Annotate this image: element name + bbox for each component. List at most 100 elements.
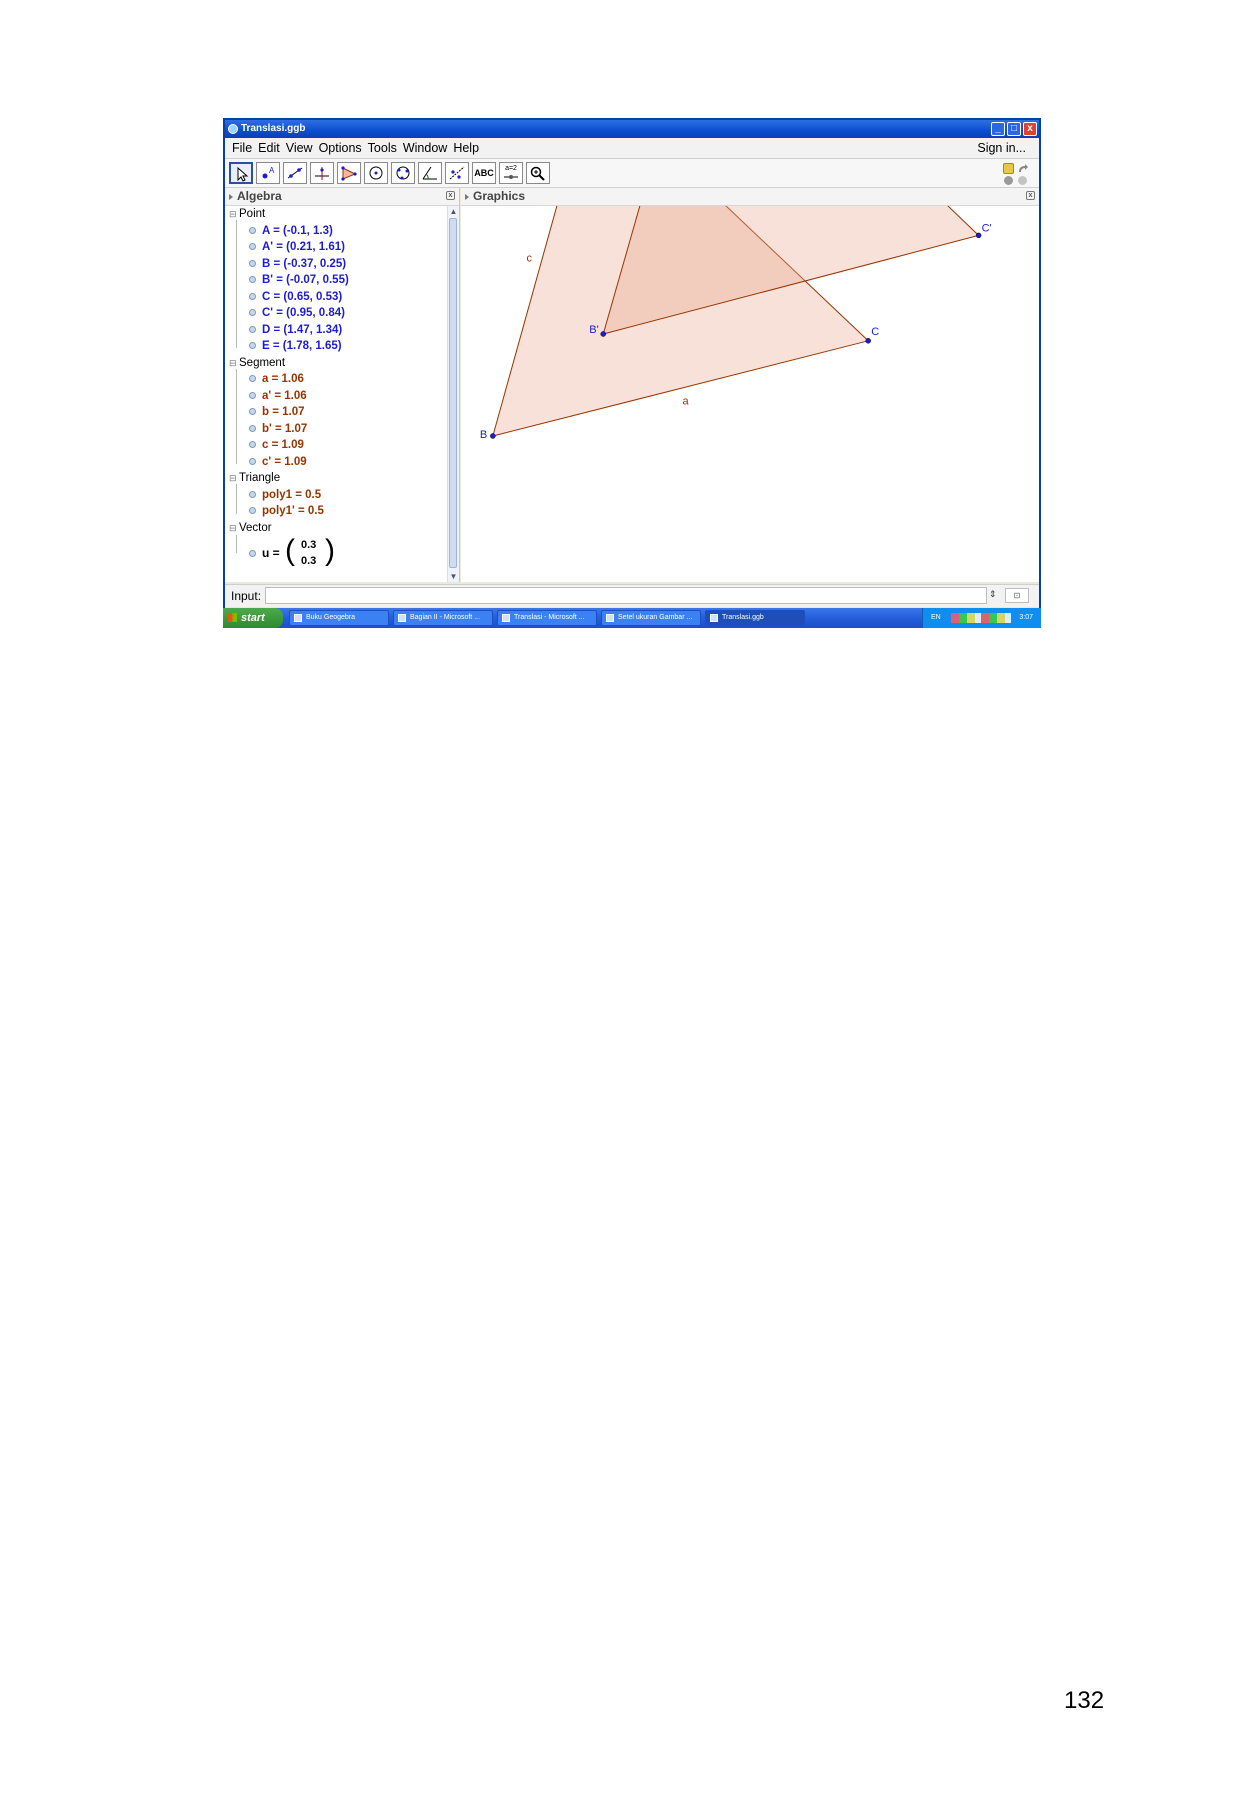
visibility-toggle-icon[interactable]	[249, 375, 256, 383]
move-tool[interactable]	[229, 162, 253, 184]
category-vector[interactable]: ⊟ Vector	[225, 520, 272, 537]
category-point[interactable]: ⊟ Point	[225, 206, 265, 223]
menu-window[interactable]: Window	[400, 138, 450, 158]
point-B[interactable]	[490, 433, 496, 439]
list-item[interactable]: A = (-0.1, 1.3)	[249, 223, 333, 240]
visibility-toggle-icon[interactable]	[249, 391, 256, 399]
sign-in-link[interactable]: Sign in...	[974, 138, 1029, 158]
list-item[interactable]: C' = (0.95, 0.84)	[249, 305, 345, 322]
list-item[interactable]: B' = (-0.07, 0.55)	[249, 272, 349, 289]
close-button[interactable]: x	[1023, 122, 1037, 136]
circle-tool[interactable]	[364, 162, 388, 184]
point-tool[interactable]: A	[256, 162, 280, 184]
list-item[interactable]: b' = 1.07	[249, 421, 307, 438]
visibility-toggle-icon[interactable]	[249, 243, 256, 251]
visibility-toggle-icon[interactable]	[249, 309, 256, 317]
visibility-toggle-icon[interactable]	[249, 457, 256, 465]
undo-icon[interactable]	[1003, 163, 1014, 174]
visibility-toggle-icon[interactable]	[249, 424, 256, 432]
title-bar[interactable]: Translasi.ggb _ □ x	[225, 120, 1039, 138]
task-setel-ukuran[interactable]: Setel ukuran Gambar ...	[601, 610, 701, 626]
minimize-button[interactable]: _	[991, 122, 1005, 136]
input-field[interactable]	[265, 587, 987, 604]
point-B-prime[interactable]	[600, 331, 606, 337]
visibility-toggle-icon[interactable]	[249, 276, 256, 284]
windows-flag-icon	[228, 613, 237, 622]
visibility-toggle-icon[interactable]	[249, 550, 256, 558]
visibility-toggle-icon[interactable]	[249, 259, 256, 267]
zoom-tool[interactable]	[526, 162, 550, 184]
input-history-icon[interactable]: ⇕	[989, 589, 997, 600]
list-item[interactable]: E = (1.78, 1.65)	[249, 338, 342, 355]
geogebra-app-icon	[228, 124, 238, 134]
list-item[interactable]: A' = (0.21, 1.61)	[249, 239, 345, 256]
angle-tool[interactable]	[418, 162, 442, 184]
list-item[interactable]: a = 1.06	[249, 371, 304, 388]
label-C-prime[interactable]: C'	[982, 222, 992, 234]
angle-icon	[422, 166, 437, 180]
segment-label-c[interactable]: c	[527, 253, 533, 265]
menu-file[interactable]: File	[229, 138, 255, 158]
task-translasi-word[interactable]: Translasi - Microsoft ...	[497, 610, 597, 626]
graphics-header[interactable]: Graphics x	[461, 188, 1039, 206]
category-segment[interactable]: ⊟ Segment	[225, 355, 285, 372]
input-help-button[interactable]: ⊡	[1005, 588, 1029, 603]
visibility-toggle-icon[interactable]	[249, 441, 256, 449]
menu-view[interactable]: View	[283, 138, 316, 158]
list-item[interactable]: a' = 1.06	[249, 388, 307, 405]
help-icon[interactable]	[1004, 176, 1013, 185]
algebra-header[interactable]: Algebra x	[225, 188, 459, 206]
conic-tool[interactable]	[391, 162, 415, 184]
segment-label-a[interactable]: a	[683, 395, 690, 407]
visibility-toggle-icon[interactable]	[249, 325, 256, 333]
task-buku-geogebra[interactable]: Buku Geogebra	[289, 610, 389, 626]
visibility-toggle-icon[interactable]	[249, 507, 256, 515]
list-item[interactable]: B = (-0.37, 0.25)	[249, 256, 346, 273]
settings-icon[interactable]	[1018, 176, 1027, 185]
start-button[interactable]: start	[223, 608, 283, 628]
list-item[interactable]: c = 1.09	[249, 437, 304, 454]
visibility-toggle-icon[interactable]	[249, 292, 256, 300]
polygon-tool[interactable]	[337, 162, 361, 184]
line-tool[interactable]	[283, 162, 307, 184]
label-C[interactable]: C	[871, 326, 879, 338]
visibility-toggle-icon[interactable]	[249, 342, 256, 350]
point-C[interactable]	[865, 338, 871, 344]
label-B[interactable]: B	[480, 429, 487, 441]
list-item[interactable]: D = (1.47, 1.34)	[249, 322, 342, 339]
visibility-toggle-icon[interactable]	[249, 226, 256, 234]
graphics-view[interactable]: Graphics x AA'BB'CC'DEabcu	[461, 188, 1039, 582]
maximize-button[interactable]: □	[1007, 122, 1021, 136]
scroll-down-icon[interactable]: ▼	[448, 571, 459, 582]
list-item[interactable]: poly1' = 0.5	[249, 503, 324, 520]
close-panel-icon[interactable]: x	[446, 191, 455, 200]
category-triangle[interactable]: ⊟ Triangle	[225, 470, 280, 487]
task-translasi-ggb[interactable]: Translasi.ggb	[705, 610, 805, 626]
language-indicator[interactable]: EN	[931, 608, 941, 628]
segment-label-b[interactable]: b	[736, 206, 742, 207]
menu-tools[interactable]: Tools	[365, 138, 400, 158]
list-item[interactable]: poly1 = 0.5	[249, 487, 321, 504]
slider-tool[interactable]: a=2	[499, 162, 523, 184]
menu-options[interactable]: Options	[316, 138, 365, 158]
scroll-thumb[interactable]	[449, 218, 457, 568]
list-item[interactable]: C = (0.65, 0.53)	[249, 289, 342, 306]
tray-icons[interactable]	[951, 613, 1011, 623]
task-bagian-ii[interactable]: Bagian II - Microsoft ...	[393, 610, 493, 626]
list-item[interactable]: c' = 1.09	[249, 454, 307, 471]
close-panel-icon[interactable]: x	[1026, 191, 1035, 200]
algebra-scrollbar[interactable]: ▲ ▼	[447, 206, 459, 582]
graphics-canvas[interactable]: AA'BB'CC'DEabcu	[461, 206, 1039, 582]
reflect-tool[interactable]	[445, 162, 469, 184]
text-tool[interactable]: ABC	[472, 162, 496, 184]
point-C-prime[interactable]	[975, 232, 982, 239]
perpendicular-tool[interactable]	[310, 162, 334, 184]
list-item[interactable]: b = 1.07	[249, 404, 305, 421]
visibility-toggle-icon[interactable]	[249, 490, 256, 498]
label-B-prime[interactable]: B'	[589, 324, 598, 336]
visibility-toggle-icon[interactable]	[249, 408, 256, 416]
redo-icon[interactable]	[1017, 163, 1028, 174]
menu-help[interactable]: Help	[450, 138, 482, 158]
menu-edit[interactable]: Edit	[255, 138, 283, 158]
scroll-up-icon[interactable]: ▲	[448, 206, 459, 217]
